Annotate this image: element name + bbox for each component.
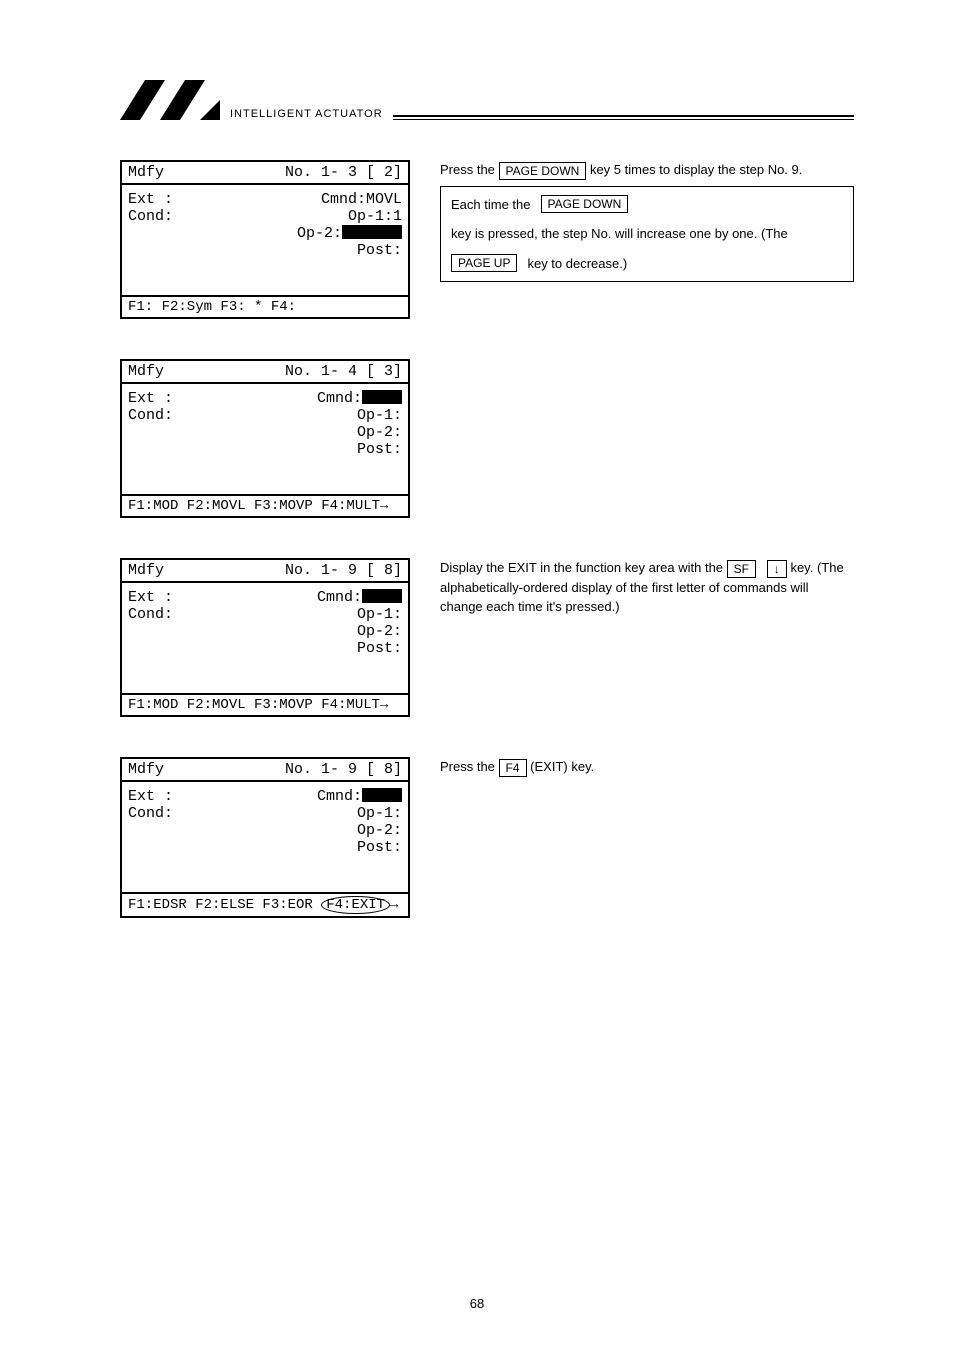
page-down-key: PAGE DOWN [499,162,587,180]
lcd-panel-1: Mdfy No. 1- 3 [ 2] Ext : Cmnd:MOVL Cond: O… [120,160,410,319]
op1-label: Op-1: [348,208,393,225]
cmnd-cursor [362,788,402,802]
brand-logo [120,80,220,120]
op1-label: Op-1: [357,805,402,822]
f4-key: F4 [499,759,527,777]
step-row-4: Mdfy No. 1- 9 [ 8] Ext : Cmnd: Cond: Op-1:… [120,757,854,918]
mode-label: Mdfy [128,761,164,778]
ext-label: Ext : [128,788,188,805]
step-row-2: Mdfy No. 1- 4 [ 3] Ext : Cmnd: Cond: Op-1:… [120,359,854,518]
cond-label: Cond: [128,805,188,822]
sf-key: SF [727,560,756,578]
cond-label: Cond: [128,407,188,424]
post-label: Post: [357,242,402,259]
fkey-bar: F1:MOD F2:MOVL F3:MOVP F4:MULT→ [122,693,408,715]
cmnd-label: Cmnd: [321,191,366,208]
mode-label: Mdfy [128,363,164,380]
ext-label: Ext : [128,390,188,407]
page-down-key: PAGE DOWN [541,195,629,213]
step-indicator: No. 1- 9 [ 8] [285,761,402,778]
instruction-text: Display the EXIT in the function key are… [440,560,727,575]
step-indicator: No. 1- 3 [ 2] [285,164,402,181]
f4-exit-highlight: F4:EXIT [321,896,390,914]
post-label: Post: [357,839,402,856]
op1-label: Op-1: [357,407,402,424]
cmnd-label: Cmnd: [317,589,362,606]
post-label: Post: [357,640,402,657]
op2-label: Op-2: [297,225,342,242]
cond-label: Cond: [128,606,188,623]
page-up-key: PAGE UP [451,254,517,272]
cmnd-cursor [362,589,402,603]
instruction-text: (EXIT) key. [530,759,594,774]
op1-label: Op-1: [357,606,402,623]
down-arrow-key: ↓ [767,560,787,578]
step-row-1: Mdfy No. 1- 3 [ 2] Ext : Cmnd:MOVL Cond: O… [120,160,854,319]
page-number: 68 [0,1296,954,1311]
ext-label: Ext : [128,191,188,208]
header-rule [393,115,854,120]
op1-value: 1 [393,208,402,225]
cmnd-label: Cmnd: [317,390,362,407]
fkey-bar: F1:MOD F2:MOVL F3:MOVP F4:MULT→ [122,494,408,516]
instruction-text: Press the PAGE DOWN key 5 times to displ… [440,160,854,180]
fkey-bar: F1: F2:Sym F3: * F4: [122,295,408,317]
op2-label: Op-2: [357,822,402,839]
lcd-panel-2: Mdfy No. 1- 4 [ 3] Ext : Cmnd: Cond: Op-1:… [120,359,410,518]
step-indicator: No. 1- 4 [ 3] [285,363,402,380]
brand-text: INTELLIGENT ACTUATOR [230,108,383,120]
op2-cursor [342,225,402,239]
step-row-3: Mdfy No. 1- 9 [ 8] Ext : Cmnd: Cond: Op-1:… [120,558,854,717]
post-label: Post: [357,441,402,458]
lcd-panel-3: Mdfy No. 1- 9 [ 8] Ext : Cmnd: Cond: Op-1:… [120,558,410,717]
ext-label: Ext : [128,589,188,606]
step-indicator: No. 1- 9 [ 8] [285,562,402,579]
lcd-panel-4: Mdfy No. 1- 9 [ 8] Ext : Cmnd: Cond: Op-1:… [120,757,410,918]
cmnd-value: MOVL [366,191,402,208]
mode-label: Mdfy [128,164,164,181]
page-header: INTELLIGENT ACTUATOR [120,80,854,120]
cmnd-label: Cmnd: [317,788,362,805]
cond-label: Cond: [128,208,188,225]
cmnd-cursor [362,390,402,404]
op2-label: Op-2: [357,623,402,640]
fkey-bar: F1:EDSR F2:ELSE F3:EOR F4:EXIT→ [122,892,408,916]
instruction-text: Press the [440,759,499,774]
mode-label: Mdfy [128,562,164,579]
note-box: Each time the PAGE DOWN key is pressed, … [440,186,854,283]
op2-label: Op-2: [357,424,402,441]
